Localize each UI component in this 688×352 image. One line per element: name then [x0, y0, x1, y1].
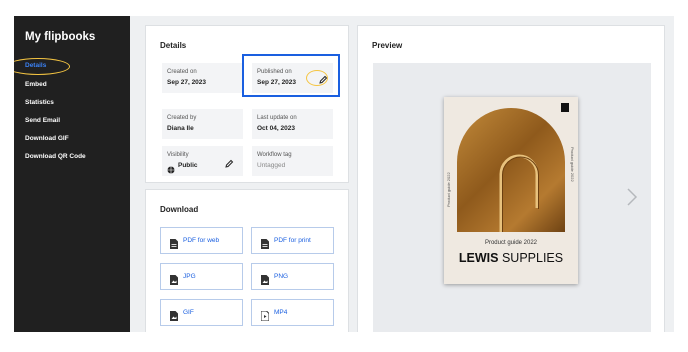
flipbook-cover[interactable]: Product guide 2022 Product guide 2022 Pr…	[444, 97, 578, 284]
cover-title-bold: LEWIS	[458, 251, 499, 265]
visibility-field: Visibility Public	[162, 146, 243, 176]
flipbook-preview-area[interactable]: Product guide 2022 Product guide 2022 Pr…	[373, 63, 651, 332]
preview-card: Preview Product guide 2022 Product guide…	[357, 25, 665, 332]
download-gif-label: GIF	[183, 309, 194, 316]
download-heading: Download	[160, 205, 199, 214]
cover-title: LEWIS SUPPLIES	[444, 251, 578, 265]
globe-icon	[167, 161, 175, 179]
cover-subtitle: Product guide 2022	[484, 240, 538, 246]
created-on-label: Created on	[167, 69, 197, 75]
last-update-value: Oct 04, 2023	[257, 125, 295, 132]
image-file-icon	[170, 272, 178, 285]
workflow-tag-field: Workflow tag Untagged	[252, 146, 333, 176]
visibility-label: Visibility	[167, 152, 189, 158]
created-by-label: Created by	[167, 115, 197, 121]
image-file-icon	[170, 308, 178, 321]
published-on-highlight-box	[242, 54, 340, 97]
download-pdf-web-label: PDF for web	[183, 237, 220, 244]
sidebar-item-details[interactable]: Details	[25, 62, 46, 69]
download-png-button[interactable]: PNG	[251, 263, 334, 290]
visibility-value: Public	[178, 162, 198, 169]
download-gif-button[interactable]: GIF	[160, 299, 243, 326]
edit-visibility-pencil-icon[interactable]	[224, 156, 234, 168]
cover-spine-right-text: Product guide 2022	[570, 147, 575, 182]
download-jpg-label: JPG	[183, 273, 196, 280]
download-jpg-button[interactable]: JPG	[160, 263, 243, 290]
details-card: Details Created on Sep 27, 2023 Publishe…	[145, 25, 349, 183]
created-by-value: Diana Ile	[167, 125, 194, 132]
sidebar: My flipbooks Details Embed Statistics Se…	[14, 16, 130, 332]
download-png-label: PNG	[274, 273, 289, 280]
download-pdf-print-label: PDF for print	[274, 237, 311, 244]
created-on-value: Sep 27, 2023	[167, 79, 207, 86]
created-on-field: Created on Sep 27, 2023	[162, 63, 243, 93]
image-file-icon	[261, 272, 269, 285]
workflow-tag-label: Workflow tag	[257, 152, 292, 158]
download-card: Download PDF for web PDF for print JPG P…	[145, 189, 349, 332]
workflow-tag-value: Untagged	[257, 162, 286, 169]
sidebar-title: My flipbooks	[25, 31, 96, 43]
download-mp4-button[interactable]: MP4	[251, 299, 334, 326]
video-file-icon	[260, 308, 270, 322]
cover-title-light: SUPPLIES	[501, 251, 564, 265]
next-page-chevron-icon[interactable]	[626, 187, 638, 212]
sidebar-item-download-gif[interactable]: Download GIF	[25, 135, 69, 142]
download-mp4-label: MP4	[274, 309, 288, 316]
cover-arch-image	[457, 108, 565, 232]
last-update-field: Last update on Oct 04, 2023	[252, 109, 333, 139]
file-icon	[261, 236, 269, 249]
sidebar-item-statistics[interactable]: Statistics	[25, 99, 54, 106]
cover-spine-left-text: Product guide 2022	[446, 172, 451, 207]
sidebar-item-send-email[interactable]: Send Email	[25, 117, 60, 124]
file-icon	[170, 236, 178, 249]
preview-heading: Preview	[372, 41, 403, 50]
download-pdf-web-button[interactable]: PDF for web	[160, 227, 243, 254]
details-heading: Details	[160, 41, 187, 50]
last-update-label: Last update on	[257, 115, 297, 121]
app-frame: My flipbooks Details Embed Statistics Se…	[14, 16, 674, 332]
created-by-field: Created by Diana Ile	[162, 109, 243, 139]
download-pdf-print-button[interactable]: PDF for print	[251, 227, 334, 254]
sidebar-item-download-qr-code[interactable]: Download QR Code	[25, 153, 86, 160]
sidebar-item-embed[interactable]: Embed	[25, 81, 47, 88]
